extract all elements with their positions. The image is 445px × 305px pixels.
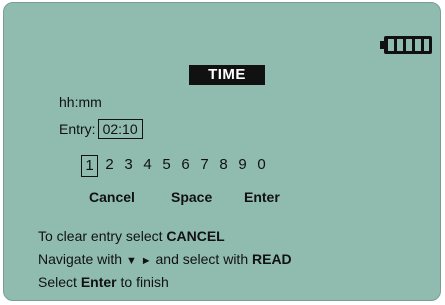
help-keyword-cancel: CANCEL <box>166 228 225 244</box>
help-text: Select <box>38 274 81 290</box>
cancel-button[interactable]: Cancel <box>89 189 135 205</box>
help-text: to finish <box>116 274 169 290</box>
digit-key-0[interactable]: 0 <box>252 155 271 177</box>
help-text: To clear entry select <box>38 228 167 244</box>
entry-row: Entry: 02:10 <box>59 119 143 139</box>
digit-key-2[interactable]: 2 <box>100 155 119 177</box>
format-label: hh:mm <box>59 94 102 110</box>
digit-key-1[interactable]: 1 <box>81 155 98 177</box>
device-screen: TIME hh:mm Entry: 02:10 1 2 3 4 5 6 7 8 … <box>3 2 441 301</box>
entry-field[interactable]: 02:10 <box>97 119 143 139</box>
digit-key-7[interactable]: 7 <box>195 155 214 177</box>
digit-key-5[interactable]: 5 <box>157 155 176 177</box>
help-text: Navigate with <box>38 251 126 267</box>
help-line-navigate: Navigate with ▼ ► and select with READ <box>38 251 292 267</box>
help-keyword-enter: Enter <box>80 274 117 290</box>
down-arrow-icon: ▼ <box>125 255 137 267</box>
space-button[interactable]: Space <box>171 189 212 205</box>
entry-label: Entry: <box>59 121 96 137</box>
digit-keypad: 1 2 3 4 5 6 7 8 9 0 <box>81 155 271 177</box>
enter-button[interactable]: Enter <box>244 189 280 205</box>
digit-key-9[interactable]: 9 <box>233 155 252 177</box>
digit-key-8[interactable]: 8 <box>214 155 233 177</box>
help-line-finish: Select Enter to finish <box>38 274 169 290</box>
screen-title: TIME <box>189 65 265 85</box>
help-line-clear: To clear entry select CANCEL <box>38 228 225 244</box>
right-arrow-icon: ► <box>140 255 152 267</box>
battery-icon <box>380 36 432 54</box>
digit-key-3[interactable]: 3 <box>119 155 138 177</box>
help-text: and select with <box>151 251 252 267</box>
help-keyword-read: READ <box>252 251 292 267</box>
digit-key-6[interactable]: 6 <box>176 155 195 177</box>
digit-key-4[interactable]: 4 <box>138 155 157 177</box>
